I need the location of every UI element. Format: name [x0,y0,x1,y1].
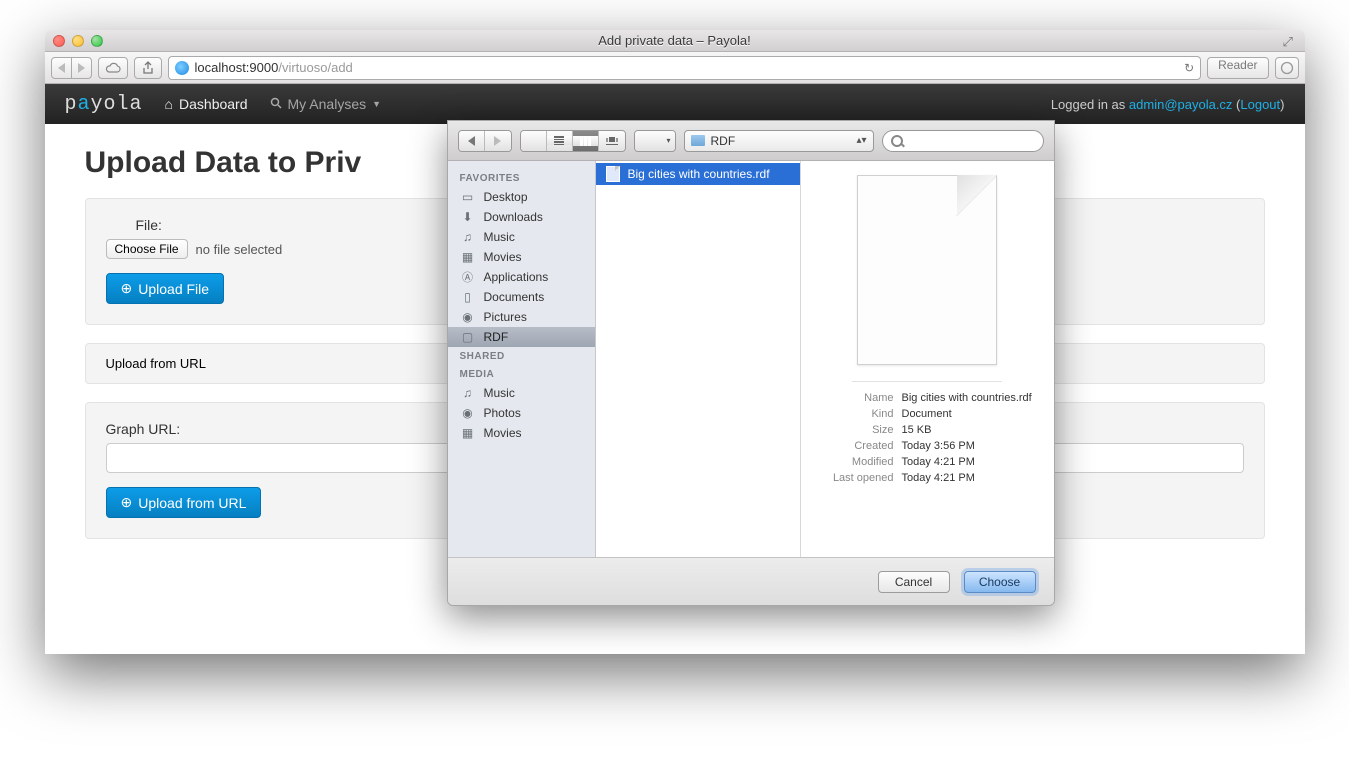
dialog-sidebar: FAVORITES ▭Desktop ⬇Downloads ♫Music ▦Mo… [448,161,596,557]
view-columns-button[interactable] [573,131,599,151]
nav-my-analyses[interactable]: My Analyses ▼ [270,96,382,112]
login-status: Logged in as admin@payola.cz (Logout) [1051,97,1285,112]
sidebar-pictures[interactable]: ◉Pictures [448,307,595,327]
favorites-header: FAVORITES [448,169,595,187]
nav-dashboard[interactable]: ⌂ Dashboard [165,96,248,112]
dialog-nav-group [458,130,512,152]
upload-icon: ⊕ [121,494,133,511]
dialog-view-group [520,130,626,152]
arrange-button[interactable]: ▾ [635,131,675,151]
dialog-preview-pane: NameBig cities with countries.rdf KindDo… [801,161,1054,557]
desktop-icon: ▭ [460,190,476,204]
browser-toolbar: localhost:9000/virtuoso/add ↻ Reader [45,52,1305,84]
photos-icon: ◉ [460,406,476,420]
music-icon: ♫ [460,230,476,244]
sidebar-rdf[interactable]: ▢RDF [448,327,595,347]
file-chooser-dialog: ▾ RDF ▴▾ FAVORITES ▭Desktop ⬇Downloads ♫… [447,120,1055,606]
logout-link[interactable]: Logout [1240,97,1280,112]
chevron-up-down-icon: ▴▾ [856,135,866,146]
search-icon [891,135,903,147]
forward-button[interactable] [71,57,92,79]
url-text: localhost:9000/virtuoso/add [195,60,1179,75]
upload-from-url-button[interactable]: ⊕ Upload from URL [106,487,262,518]
dialog-file-list: Big cities with countries.rdf [596,161,801,557]
fullscreen-icon[interactable]: ⤢ [1283,34,1297,48]
document-icon [606,166,620,182]
dialog-toolbar: ▾ RDF ▴▾ [448,121,1054,161]
sidebar-documents[interactable]: ▯Documents [448,287,595,307]
sidebar-media-photos[interactable]: ◉Photos [448,403,595,423]
view-coverflow-button[interactable] [599,131,625,151]
upload-from-url-label: Upload from URL [106,356,206,371]
upload-icon: ⊕ [121,280,133,297]
sidebar-applications[interactable]: ⒶApplications [448,267,595,287]
dialog-back-button[interactable] [459,131,485,151]
music-icon: ♫ [460,386,476,400]
window-titlebar: Add private data – Payola! ⤢ [45,30,1305,52]
dialog-footer: Cancel Choose [448,557,1054,605]
movies-icon: ▦ [460,426,476,440]
downloads-icon: ⬇ [460,210,476,224]
search-icon [270,96,282,112]
minimize-window-icon[interactable] [72,35,84,47]
dialog-arrange-group: ▾ [634,130,676,152]
window-title: Add private data – Payola! [45,33,1305,48]
file-info: NameBig cities with countries.rdf KindDo… [817,390,1038,486]
sidebar-media-music[interactable]: ♫Music [448,383,595,403]
sidebar-media-movies[interactable]: ▦Movies [448,423,595,443]
share-button[interactable] [134,57,162,79]
movies-icon: ▦ [460,250,476,264]
applications-icon: Ⓐ [460,270,476,284]
icloud-button[interactable] [98,57,128,79]
upload-file-button[interactable]: ⊕ Upload File [106,273,225,304]
media-header: MEDIA [448,365,595,383]
close-window-icon[interactable] [53,35,65,47]
home-icon: ⌂ [165,96,173,112]
sidebar-music[interactable]: ♫Music [448,227,595,247]
sidebar-downloads[interactable]: ⬇Downloads [448,207,595,227]
choose-button[interactable]: Choose [964,571,1036,593]
folder-icon [691,135,705,146]
back-button[interactable] [51,57,72,79]
app-navbar: payola ⌂ Dashboard My Analyses ▼ Logged … [45,84,1305,124]
folder-icon: ▢ [460,330,476,344]
browser-window: Add private data – Payola! ⤢ localhost:9… [45,30,1305,654]
shared-header: SHARED [448,347,595,365]
documents-icon: ▯ [460,290,476,304]
path-dropdown[interactable]: RDF ▴▾ [684,130,874,152]
file-item[interactable]: Big cities with countries.rdf [596,163,800,185]
dialog-search-input[interactable] [882,130,1044,152]
pictures-icon: ◉ [460,310,476,324]
reload-icon[interactable]: ↻ [1184,61,1194,75]
dialog-forward-button[interactable] [485,131,511,151]
caret-down-icon: ▼ [372,99,381,109]
no-file-text: no file selected [196,242,283,257]
downloads-button[interactable] [1275,57,1299,79]
choose-file-button[interactable]: Choose File [106,239,188,259]
user-link[interactable]: admin@payola.cz [1129,97,1233,112]
reader-button[interactable]: Reader [1207,57,1268,79]
zoom-window-icon[interactable] [91,35,103,47]
site-icon [175,61,189,75]
sidebar-movies[interactable]: ▦Movies [448,247,595,267]
document-preview-icon [857,175,997,365]
cancel-button[interactable]: Cancel [878,571,950,593]
address-bar[interactable]: localhost:9000/virtuoso/add ↻ [168,56,1202,80]
view-icons-button[interactable] [521,131,547,151]
brand-logo[interactable]: payola [65,93,143,116]
view-list-button[interactable] [547,131,573,151]
sidebar-desktop[interactable]: ▭Desktop [448,187,595,207]
